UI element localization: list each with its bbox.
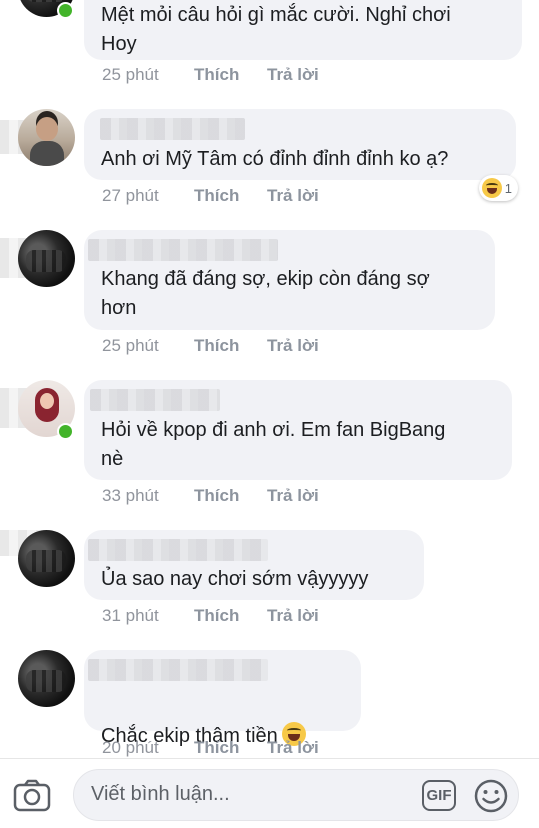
comment-meta: 25 phút Thích Trả lời <box>102 336 319 356</box>
comment-time: 20 phút <box>102 738 159 757</box>
like-button[interactable]: Thích <box>194 486 267 506</box>
comment-text: Khang đã đáng sợ, ekip còn đáng sợ hơn <box>101 268 430 319</box>
haha-icon <box>481 178 502 198</box>
comment-text: Hỏi về kpop đi anh ơi. Em fan BigBang nè <box>101 419 446 470</box>
commenter-name-blurred[interactable] <box>88 539 268 561</box>
avatar[interactable] <box>18 530 75 587</box>
avatar[interactable] <box>18 230 75 287</box>
reaction-badge[interactable]: 1 <box>478 175 518 201</box>
camera-icon[interactable] <box>12 779 52 813</box>
comment-text: Mệt mỏi câu hỏi gì mắc cười. Nghỉ chơi H… <box>101 4 451 55</box>
reaction-count: 1 <box>504 180 512 196</box>
comment-input-placeholder: Viết bình luận... <box>91 783 230 805</box>
comment-bubble[interactable]: Khang đã đáng sợ, ekip còn đáng sợ hơn <box>84 230 495 330</box>
like-button[interactable]: Thích <box>194 186 267 206</box>
reply-button[interactable]: Trả lời <box>267 336 319 356</box>
reply-button[interactable]: Trả lời <box>267 486 319 506</box>
like-button[interactable]: Thích <box>194 65 267 85</box>
commenter-name-blurred[interactable] <box>90 389 220 411</box>
comment-meta: 31 phút Thích Trả lời <box>102 606 319 626</box>
online-indicator <box>57 423 74 440</box>
gif-icon[interactable]: GIF <box>422 780 456 811</box>
reply-button[interactable]: Trả lời <box>267 186 319 206</box>
like-button[interactable]: Thích <box>194 336 267 356</box>
comment-time: 31 phút <box>102 606 159 625</box>
avatar[interactable] <box>18 109 75 166</box>
commenter-name-blurred[interactable] <box>88 659 268 681</box>
comment-text: Anh ơi Mỹ Tâm có đỉnh đỉnh đỉnh ko ạ? <box>101 148 449 170</box>
comment-composer: Viết bình luận... GIF <box>0 758 539 828</box>
smile-icon[interactable] <box>473 778 509 814</box>
comment-text: Ủa sao nay chơi sớm vậyyyyy <box>101 568 369 590</box>
commenter-name-blurred[interactable] <box>88 239 278 261</box>
comment-bubble[interactable]: Hỏi về kpop đi anh ơi. Em fan BigBang nè <box>84 380 512 480</box>
reply-button[interactable]: Trả lời <box>267 606 319 626</box>
comment-meta: 27 phút Thích Trả lời <box>102 186 319 206</box>
online-indicator <box>57 2 74 19</box>
comment-meta: 33 phút Thích Trả lời <box>102 486 319 506</box>
comment-bubble[interactable]: Ủa sao nay chơi sớm vậyyyyy <box>84 530 424 600</box>
like-button[interactable]: Thích <box>194 606 267 626</box>
comment-bubble[interactable]: Mệt mỏi câu hỏi gì mắc cười. Nghỉ chơi H… <box>84 0 522 60</box>
reply-button[interactable]: Trả lời <box>267 738 319 758</box>
reply-button[interactable]: Trả lời <box>267 65 319 85</box>
comment-bubble[interactable]: Anh ơi Mỹ Tâm có đỉnh đỉnh đỉnh ko ạ? <box>84 109 516 180</box>
comment-time: 33 phút <box>102 486 159 505</box>
comment-bubble[interactable]: Chắc ekip thâm tiền <box>84 650 361 747</box>
comment-meta: 25 phút Thích Trả lời <box>102 65 319 85</box>
comment-meta: 20 phút Thích Trả lời <box>102 738 319 758</box>
comment-time: 25 phút <box>102 65 159 84</box>
comment-time: 27 phút <box>102 186 159 205</box>
commenter-name-blurred[interactable] <box>100 118 245 140</box>
comment-input[interactable]: Viết bình luận... GIF <box>73 769 519 821</box>
comment-time: 25 phút <box>102 336 159 355</box>
like-button[interactable]: Thích <box>194 738 267 758</box>
avatar[interactable] <box>18 650 75 707</box>
